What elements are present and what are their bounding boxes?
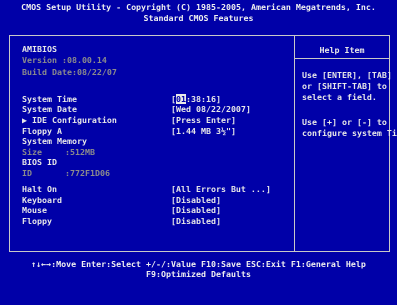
help-line: configure system Time. [302,128,397,138]
floppy-a-label: Floppy A [22,126,62,136]
bios-id-heading: BIOS ID [22,157,57,167]
mouse-value[interactable]: [Disabled] [171,205,221,215]
halt-on-label: Halt On [22,184,57,194]
memory-size-label: Size [22,147,42,157]
help-line: Use [ENTER], [TAB] [302,70,392,80]
floppy-label: Floppy [22,216,52,226]
key-help-line: ↑↓←→:Move Enter:Select +/-/:Value F10:Sa… [31,259,366,269]
bios-build-date: Build Date:08/22/07 [22,67,117,77]
header-title: CMOS Setup Utility - Copyright (C) 1985-… [21,2,376,12]
system-memory-heading: System Memory [22,136,87,146]
floppy-value[interactable]: [Disabled] [171,216,221,226]
keyboard-value[interactable]: [Disabled] [171,195,221,205]
halt-on-value[interactable]: [All Errors But ...] [171,184,271,194]
system-date-value[interactable]: [Wed 08/22/2007] [171,104,251,114]
keyboard-label: Keyboard [22,195,62,205]
memory-size-value: :512MB [65,147,95,157]
help-title: Help Item [319,45,365,55]
header-subtitle: Standard CMOS Features [143,13,254,23]
panel-divider [294,35,295,252]
floppy-a-value[interactable]: [1.44 MB 3½"] [171,126,236,136]
key-help-defaults: F9:Optimized Defaults [146,269,251,279]
ide-configuration-item[interactable]: ▶ IDE Configuration [22,115,117,125]
title-bar: CMOS Setup Utility - Copyright (C) 1985-… [0,0,397,35]
ide-configuration-value[interactable]: [Press Enter] [171,115,236,125]
bios-id-value: :772F1D06 [65,168,110,178]
help-line: select a field. [302,92,377,102]
key-help-bar: ↑↓←→:Move Enter:Select +/-/:Value F10:Sa… [0,253,397,305]
bios-version: Version :08.00.14 [22,55,107,65]
system-time-label: System Time [22,94,77,104]
system-time-rest[interactable]: :38:16] [186,94,221,104]
help-line: Use [+] or [-] to [302,117,387,127]
system-date-label: System Date [22,104,77,114]
bios-title: AMIBIOS [22,44,57,54]
system-time-value[interactable]: [01:38:16] [171,94,221,104]
system-time-hour-field[interactable]: 01 [176,94,186,104]
help-title-divider [295,58,389,59]
bios-id-label: ID [22,168,32,178]
mouse-label: Mouse [22,205,47,215]
help-line: or [SHIFT-TAB] to [302,81,387,91]
